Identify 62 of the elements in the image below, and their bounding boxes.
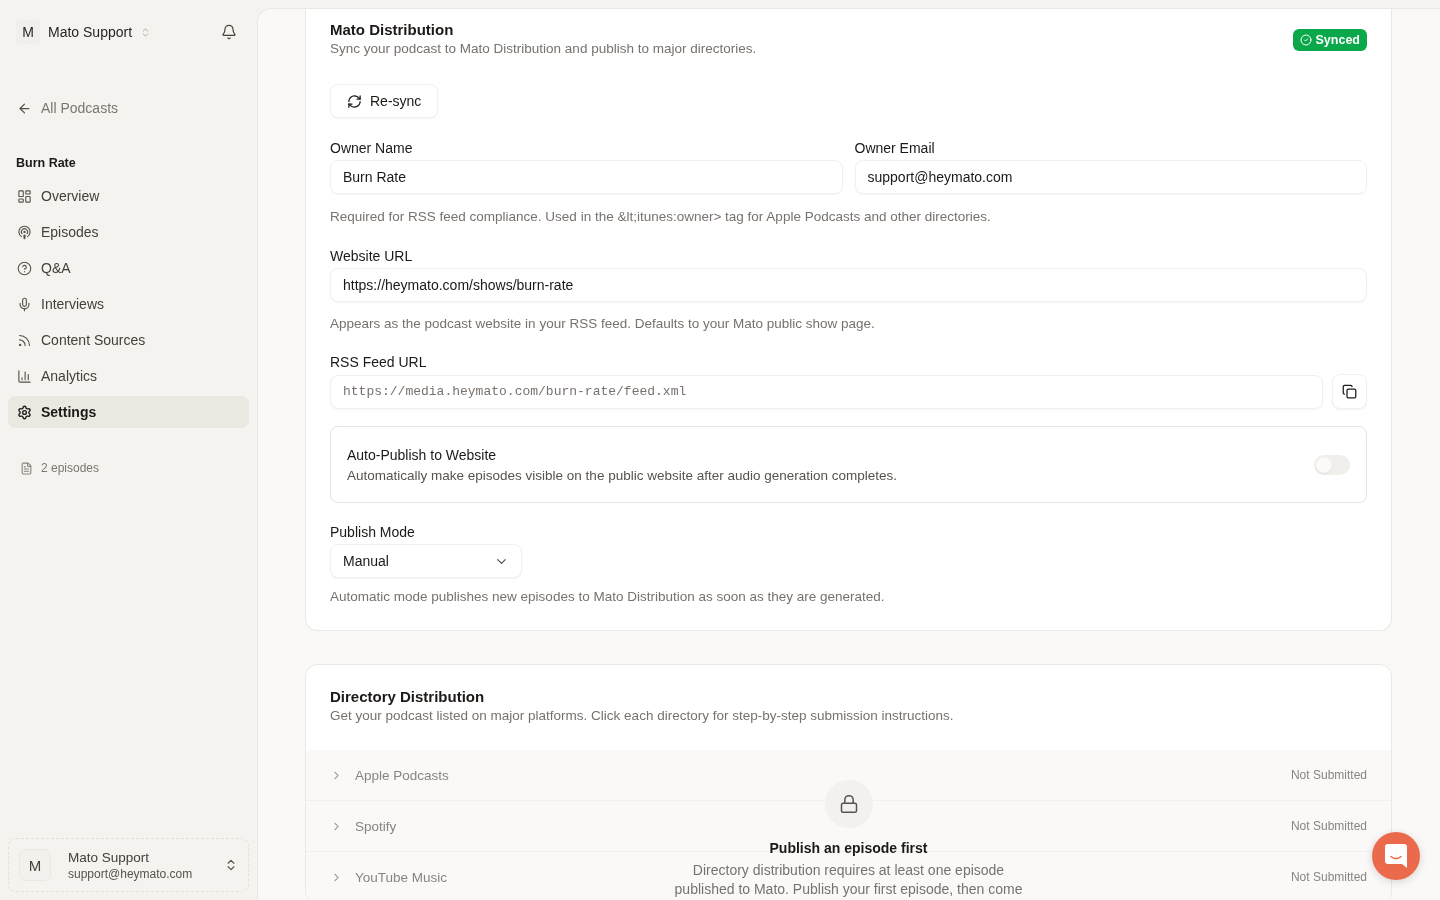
field-label: RSS Feed URL [330, 353, 428, 372]
field-label: Website URL [330, 247, 414, 266]
bell-icon [221, 24, 237, 40]
copy-button[interactable] [1332, 374, 1367, 409]
directory-name: YouTube Music [355, 869, 448, 885]
help-text: Appears as the podcast website in your RSS feed. Defaults to your Mato public show page. [330, 315, 876, 333]
workspace-avatar: M [16, 20, 40, 44]
card-title: Mato Distribution [330, 20, 455, 40]
toggle-switch[interactable] [1314, 454, 1350, 475]
user-avatar: M [19, 849, 51, 881]
field-label: Owner Name [330, 139, 414, 158]
card-description: Sync your podcast to Mato Distribution and publish to major directories. [330, 40, 757, 58]
sidebar-nav-item[interactable]: Q&A [8, 252, 249, 284]
directory-name: Apple Podcasts [355, 767, 449, 783]
rss-feed-url-input[interactable]: https://media.heymato.com/burn-rate/feed.xml [330, 374, 1323, 409]
user-email: support@heymato.com [68, 865, 194, 882]
refresh-icon [347, 93, 362, 109]
locked-notice-description: Directory distribution requires at least one episode published to Mato. Publish your first episode, then come [673, 861, 1024, 899]
rss-icon [17, 332, 32, 348]
setting-description: Automatically make episodes visible on the public website after audio generation completes. [347, 466, 898, 485]
directory-status: Not Submitted [1290, 819, 1367, 833]
owner-email-input[interactable]: support@heymato.com [854, 160, 1367, 194]
check-circle-icon [1299, 34, 1312, 46]
help-text: Automatic mode publishes new episodes to Mato Distribution as soon as they are generated. [330, 588, 886, 606]
episode-count: 2 episodes [41, 461, 100, 475]
workspace-switcher[interactable]: M Mato Support [16, 20, 152, 44]
podcast-section-title: Burn Rate [15, 155, 77, 172]
chat-icon [1385, 844, 1407, 868]
field-label: Publish Mode [330, 523, 416, 542]
sidebar-nav-item[interactable]: Overview [8, 180, 249, 212]
all-podcasts-link[interactable]: All Podcasts [8, 92, 128, 124]
sidebar-nav-item[interactable]: Content Sources [8, 324, 249, 356]
user-account-card[interactable]: M Mato Support support@heymato.com [8, 838, 249, 892]
notifications-button[interactable] [219, 22, 239, 42]
resync-button[interactable]: Re-sync [330, 84, 439, 118]
bar-chart-icon [17, 368, 32, 384]
workspace-name: Mato Support [48, 24, 133, 40]
help-icon [17, 260, 32, 276]
sidebar-nav-item[interactable]: Episodes [8, 216, 249, 248]
website-url-input[interactable]: https://heymato.com/shows/burn-rate [330, 268, 1367, 302]
setting-title: Auto-Publish to Website [347, 445, 498, 465]
field-label: Owner Email [854, 139, 936, 158]
help-text: Required for RSS feed compliance. Used in the &lt;itunes:owner> tag for Apple Podcasts and other directories. [330, 208, 992, 226]
synced-status-badge: Synced [1292, 29, 1367, 51]
podcast-icon [17, 224, 32, 240]
publish-mode-select[interactable]: Manual [330, 544, 522, 578]
copy-icon [1342, 384, 1357, 399]
settings-icon [17, 404, 32, 420]
directory-status: Not Submitted [1290, 870, 1367, 884]
microphone-icon [17, 296, 32, 312]
sidebar-nav-item[interactable]: Settings [8, 396, 249, 428]
directory-status: Not Submitted [1290, 768, 1367, 782]
locked-notice-title: Publish an episode first [769, 839, 928, 858]
sidebar-nav-item[interactable]: Interviews [8, 288, 249, 320]
owner-name-input[interactable]: Burn Rate [330, 160, 843, 194]
document-icon [20, 461, 33, 475]
user-name: Mato Support [68, 848, 151, 866]
directory-name: Spotify [355, 818, 397, 834]
sidebar-nav-item[interactable]: Analytics [8, 360, 249, 392]
card-title: Directory Distribution [330, 687, 486, 707]
dashboard-icon [17, 188, 32, 204]
card-description: Get your podcast listed on major platforms. Click each directory for step-by-step submission instructions. [330, 707, 955, 725]
